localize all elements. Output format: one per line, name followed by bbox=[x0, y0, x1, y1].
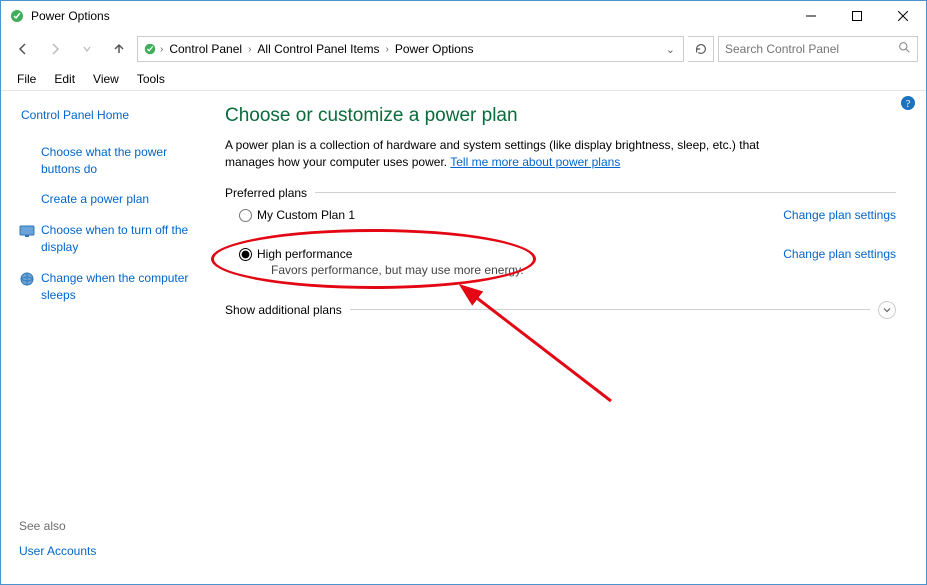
breadcrumb-app-icon bbox=[142, 41, 158, 57]
power-plan-custom1: My Custom Plan 1 Change plan settings bbox=[239, 208, 896, 225]
plan-name[interactable]: My Custom Plan 1 bbox=[257, 208, 355, 222]
menu-view[interactable]: View bbox=[85, 70, 127, 88]
menubar: File Edit View Tools bbox=[1, 67, 926, 91]
page-description: A power plan is a collection of hardware… bbox=[225, 137, 805, 172]
content-area: ? Control Panel Home Choose what the pow… bbox=[1, 91, 926, 584]
sidebar-item-create-plan[interactable]: Create a power plan bbox=[19, 191, 201, 208]
plan-description: Favors performance, but may use more ene… bbox=[271, 263, 896, 277]
maximize-button[interactable] bbox=[834, 1, 880, 31]
search-input[interactable] bbox=[725, 42, 898, 56]
recent-locations-dropdown[interactable] bbox=[73, 35, 101, 63]
sidebar-item-sleep[interactable]: Change when the computer sleeps bbox=[19, 270, 201, 304]
sidebar-link[interactable]: Choose what the power buttons do bbox=[41, 144, 201, 178]
app-icon bbox=[9, 8, 25, 24]
power-plan-high-performance: High performance Change plan settings Fa… bbox=[239, 247, 896, 277]
preferred-plans-header: Preferred plans bbox=[225, 186, 896, 200]
menu-file[interactable]: File bbox=[9, 70, 44, 88]
window-title: Power Options bbox=[31, 9, 110, 23]
close-button[interactable] bbox=[880, 1, 926, 31]
navbar: › Control Panel › All Control Panel Item… bbox=[1, 31, 926, 67]
address-bar[interactable]: › Control Panel › All Control Panel Item… bbox=[137, 36, 684, 62]
sidebar: Control Panel Home Choose what the power… bbox=[1, 91, 211, 584]
sidebar-see-also: See also User Accounts bbox=[19, 519, 201, 574]
plan-name[interactable]: High performance bbox=[257, 247, 352, 261]
search-box[interactable] bbox=[718, 36, 918, 62]
plan-radio-custom1[interactable] bbox=[239, 209, 252, 222]
main-panel: Choose or customize a power plan A power… bbox=[211, 91, 926, 584]
sidebar-link[interactable]: Change when the computer sleeps bbox=[41, 270, 201, 304]
change-plan-settings-link[interactable]: Change plan settings bbox=[783, 208, 896, 222]
chevron-down-icon bbox=[882, 305, 892, 315]
menu-edit[interactable]: Edit bbox=[46, 70, 83, 88]
show-additional-label: Show additional plans bbox=[225, 303, 342, 317]
globe-icon bbox=[19, 271, 35, 287]
breadcrumb-item[interactable]: All Control Panel Items bbox=[253, 40, 383, 58]
up-button[interactable] bbox=[105, 35, 133, 63]
back-button[interactable] bbox=[9, 35, 37, 63]
chevron-down-icon[interactable]: ⌄ bbox=[666, 43, 675, 56]
show-additional-plans-row[interactable]: Show additional plans bbox=[225, 301, 896, 319]
sidebar-link[interactable]: Create a power plan bbox=[41, 191, 149, 208]
see-also-link-user-accounts[interactable]: User Accounts bbox=[19, 543, 201, 560]
breadcrumb-item[interactable]: Control Panel bbox=[165, 40, 246, 58]
control-panel-home-link[interactable]: Control Panel Home bbox=[21, 107, 201, 124]
menu-tools[interactable]: Tools bbox=[129, 70, 173, 88]
preferred-plans-label: Preferred plans bbox=[225, 186, 307, 200]
page-heading: Choose or customize a power plan bbox=[225, 105, 896, 127]
sidebar-item-power-buttons[interactable]: Choose what the power buttons do bbox=[19, 144, 201, 178]
minimize-button[interactable] bbox=[788, 1, 834, 31]
search-icon bbox=[898, 41, 911, 57]
see-also-label: See also bbox=[19, 519, 201, 533]
sidebar-item-display-off[interactable]: Choose when to turn off the display bbox=[19, 222, 201, 256]
tell-me-more-link[interactable]: Tell me more about power plans bbox=[450, 155, 620, 169]
breadcrumb-item[interactable]: Power Options bbox=[391, 40, 478, 58]
chevron-right-icon: › bbox=[248, 44, 251, 55]
chevron-right-icon: › bbox=[160, 44, 163, 55]
monitor-icon bbox=[19, 223, 35, 239]
divider bbox=[315, 192, 896, 193]
chevron-right-icon: › bbox=[385, 44, 388, 55]
titlebar: Power Options bbox=[1, 1, 926, 31]
sidebar-link[interactable]: Choose when to turn off the display bbox=[41, 222, 201, 256]
plan-radio-high-performance[interactable] bbox=[239, 248, 252, 261]
change-plan-settings-link[interactable]: Change plan settings bbox=[783, 247, 896, 261]
forward-button[interactable] bbox=[41, 35, 69, 63]
expand-button[interactable] bbox=[878, 301, 896, 319]
divider bbox=[350, 309, 870, 310]
refresh-button[interactable] bbox=[688, 36, 714, 62]
